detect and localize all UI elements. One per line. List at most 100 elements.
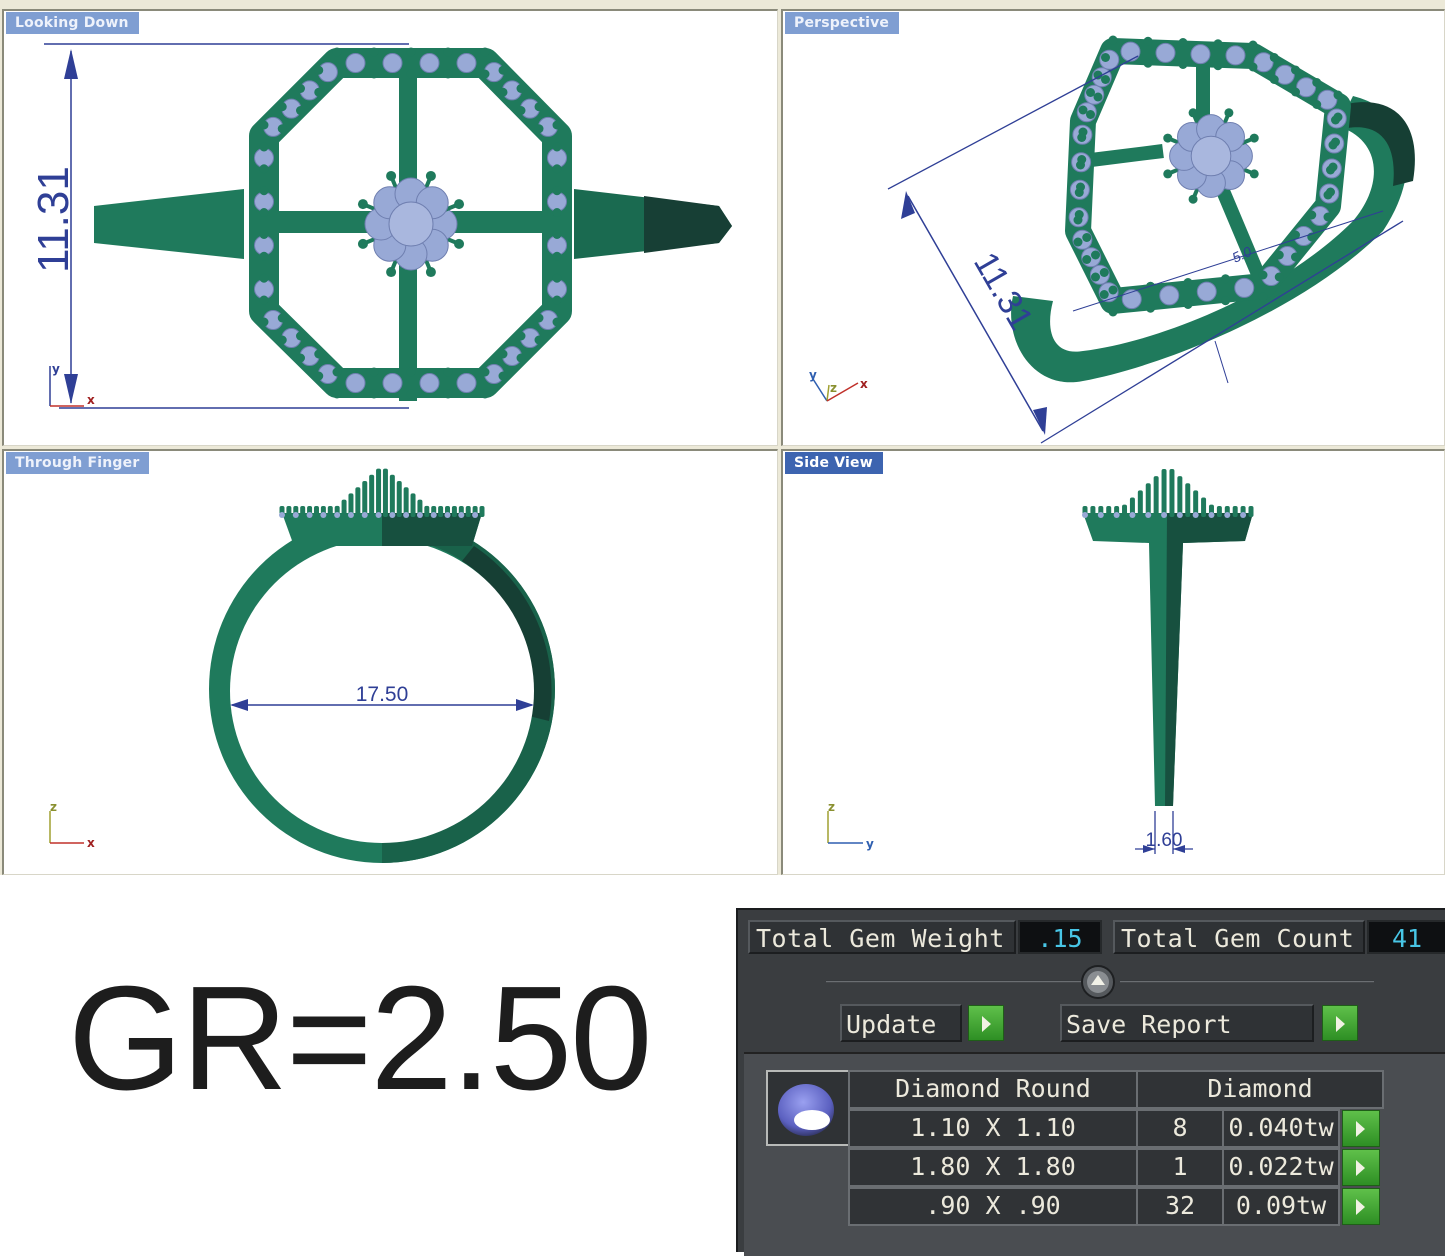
gem-table: Diamond Round Diamond 1.10 X 1.10 8 0.04… (744, 1052, 1445, 1256)
prong (1122, 504, 1128, 517)
prong-bead (1101, 53, 1110, 62)
prong-bead (480, 389, 490, 399)
row-go-button[interactable] (1342, 1110, 1380, 1147)
prong-bead (552, 164, 562, 174)
dimension-label: 1.60 (1146, 830, 1183, 851)
total-gem-weight-value: .15 (1018, 920, 1102, 954)
prong-bead (1077, 155, 1087, 164)
cross-bar (1082, 144, 1164, 168)
prong-bead (516, 331, 526, 341)
prong (1090, 506, 1096, 517)
prong (1216, 506, 1222, 517)
header-gem-type: Diamond (1136, 1070, 1384, 1109)
z-axis-label: z (828, 800, 835, 814)
prong-bead (259, 164, 269, 174)
save-report-button[interactable]: Save Report (1060, 1004, 1360, 1042)
total-gem-count-label: Total Gem Count (1113, 920, 1365, 954)
prong (1169, 469, 1175, 517)
prong (438, 506, 444, 517)
gr-label: GR=2.50 (68, 956, 652, 1121)
tab-looking-down[interactable]: Looking Down (6, 12, 139, 34)
prong (1248, 506, 1254, 517)
prong-bead (1146, 303, 1155, 313)
play-icon[interactable] (1342, 1188, 1380, 1225)
prong-bead (534, 102, 544, 112)
prong-bead (314, 65, 324, 75)
z-axis-label: z (50, 800, 57, 814)
side-gem (1224, 512, 1231, 518)
prong (1137, 490, 1143, 517)
prong (410, 493, 416, 517)
collapse-knob[interactable] (1080, 964, 1116, 1000)
prong-bead (1086, 110, 1095, 119)
row-count: 1 (1136, 1148, 1224, 1187)
side-gem (320, 512, 327, 518)
prong-bead (1269, 75, 1279, 84)
prong (341, 499, 347, 517)
prong (300, 506, 306, 517)
prong (286, 506, 292, 517)
prong-bead (357, 238, 368, 249)
prong-bead (1323, 212, 1333, 222)
tab-side-view[interactable]: Side View (785, 452, 883, 474)
row-go-button[interactable] (1342, 1188, 1380, 1225)
prong-bead (454, 238, 465, 249)
center-cluster (1163, 108, 1259, 204)
halo-gem (419, 373, 440, 393)
side-gem (279, 512, 285, 518)
prong-bead (259, 251, 269, 261)
halo-gem (345, 53, 366, 73)
prong-bead (259, 273, 269, 283)
prong-bead (277, 102, 287, 112)
prong-bead (443, 367, 453, 377)
y-axis-label: y (52, 362, 60, 376)
dim-ext-top (887, 55, 1139, 190)
prong-bead (1178, 38, 1188, 47)
diamond-round-icon (766, 1070, 850, 1146)
side-gem (1240, 512, 1247, 518)
side-gem (1129, 512, 1136, 518)
prong-bead (516, 106, 526, 115)
side-gem (306, 512, 313, 518)
update-button[interactable]: Update (840, 1004, 1010, 1042)
prong-bead (498, 65, 508, 75)
prong-bead (1328, 140, 1338, 150)
play-icon[interactable] (1342, 1110, 1380, 1147)
prongs (1082, 469, 1254, 518)
side-gem (1161, 512, 1168, 518)
viewport-side-view[interactable]: 1.60 z y Side View (781, 449, 1445, 875)
prongs (279, 468, 485, 518)
update-go-icon[interactable] (968, 1005, 1004, 1041)
play-icon[interactable] (1342, 1149, 1380, 1186)
halo-gem (1225, 45, 1246, 66)
prong-bead (552, 251, 562, 261)
x-axis-label: x (860, 377, 868, 391)
prong-bead (406, 69, 416, 79)
tab-perspective[interactable]: Perspective (785, 12, 900, 34)
total-gem-weight-label: Total Gem Weight (748, 920, 1016, 954)
z-axis-line (826, 384, 830, 402)
through-finger-render: 17.50 z x (49, 468, 555, 863)
prong-bead (1086, 88, 1095, 97)
tab-through-finger[interactable]: Through Finger (6, 452, 150, 474)
save-report-go-icon[interactable] (1322, 1005, 1358, 1041)
row-count: 8 (1136, 1109, 1224, 1148)
prong (1153, 476, 1159, 517)
prong-bead (1183, 278, 1193, 287)
viewport-perspective[interactable]: 11.31 5.0 y z x Perspective (781, 9, 1445, 446)
prong-bead (1248, 62, 1258, 72)
prong (313, 506, 319, 517)
prong-bead (369, 69, 379, 79)
row-go-button[interactable] (1342, 1149, 1380, 1186)
viewport-through-finger[interactable]: 17.50 z x Through Finger (2, 449, 778, 875)
row-size: 1.80 X 1.80 (848, 1148, 1138, 1187)
side-gem (444, 512, 451, 518)
viewport-looking-down[interactable]: 11.31 y x Looking Down (2, 9, 778, 446)
prong-bead (1183, 300, 1193, 309)
looking-down-render: 11.31 y x (29, 43, 732, 409)
prong-bead (259, 317, 269, 327)
dim-tick (1214, 340, 1229, 384)
prong-bead (1082, 255, 1092, 264)
prong-bead (498, 371, 508, 381)
prong-bead (1093, 92, 1103, 102)
